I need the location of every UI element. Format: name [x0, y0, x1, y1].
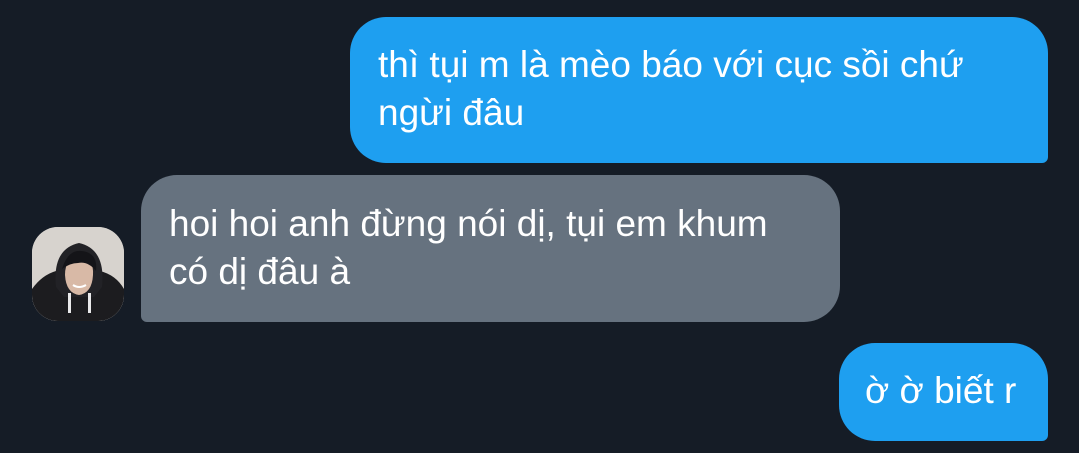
message-bubble-sent[interactable]: thì tụi m là mèo báo với cục sồi chứ ngừ…: [350, 17, 1048, 163]
message-bubble-sent[interactable]: ờ ờ biết r: [839, 343, 1048, 441]
contact-avatar[interactable]: [32, 227, 124, 321]
avatar-photo-icon: [32, 227, 124, 321]
message-text: hoi hoi anh đừng nói dị, tụi em khum có …: [169, 203, 768, 292]
message-bubble-received[interactable]: hoi hoi anh đừng nói dị, tụi em khum có …: [141, 175, 840, 322]
message-text: thì tụi m là mèo báo với cục sồi chứ ngừ…: [378, 44, 964, 133]
message-text: ờ ờ biết r: [865, 370, 1017, 411]
